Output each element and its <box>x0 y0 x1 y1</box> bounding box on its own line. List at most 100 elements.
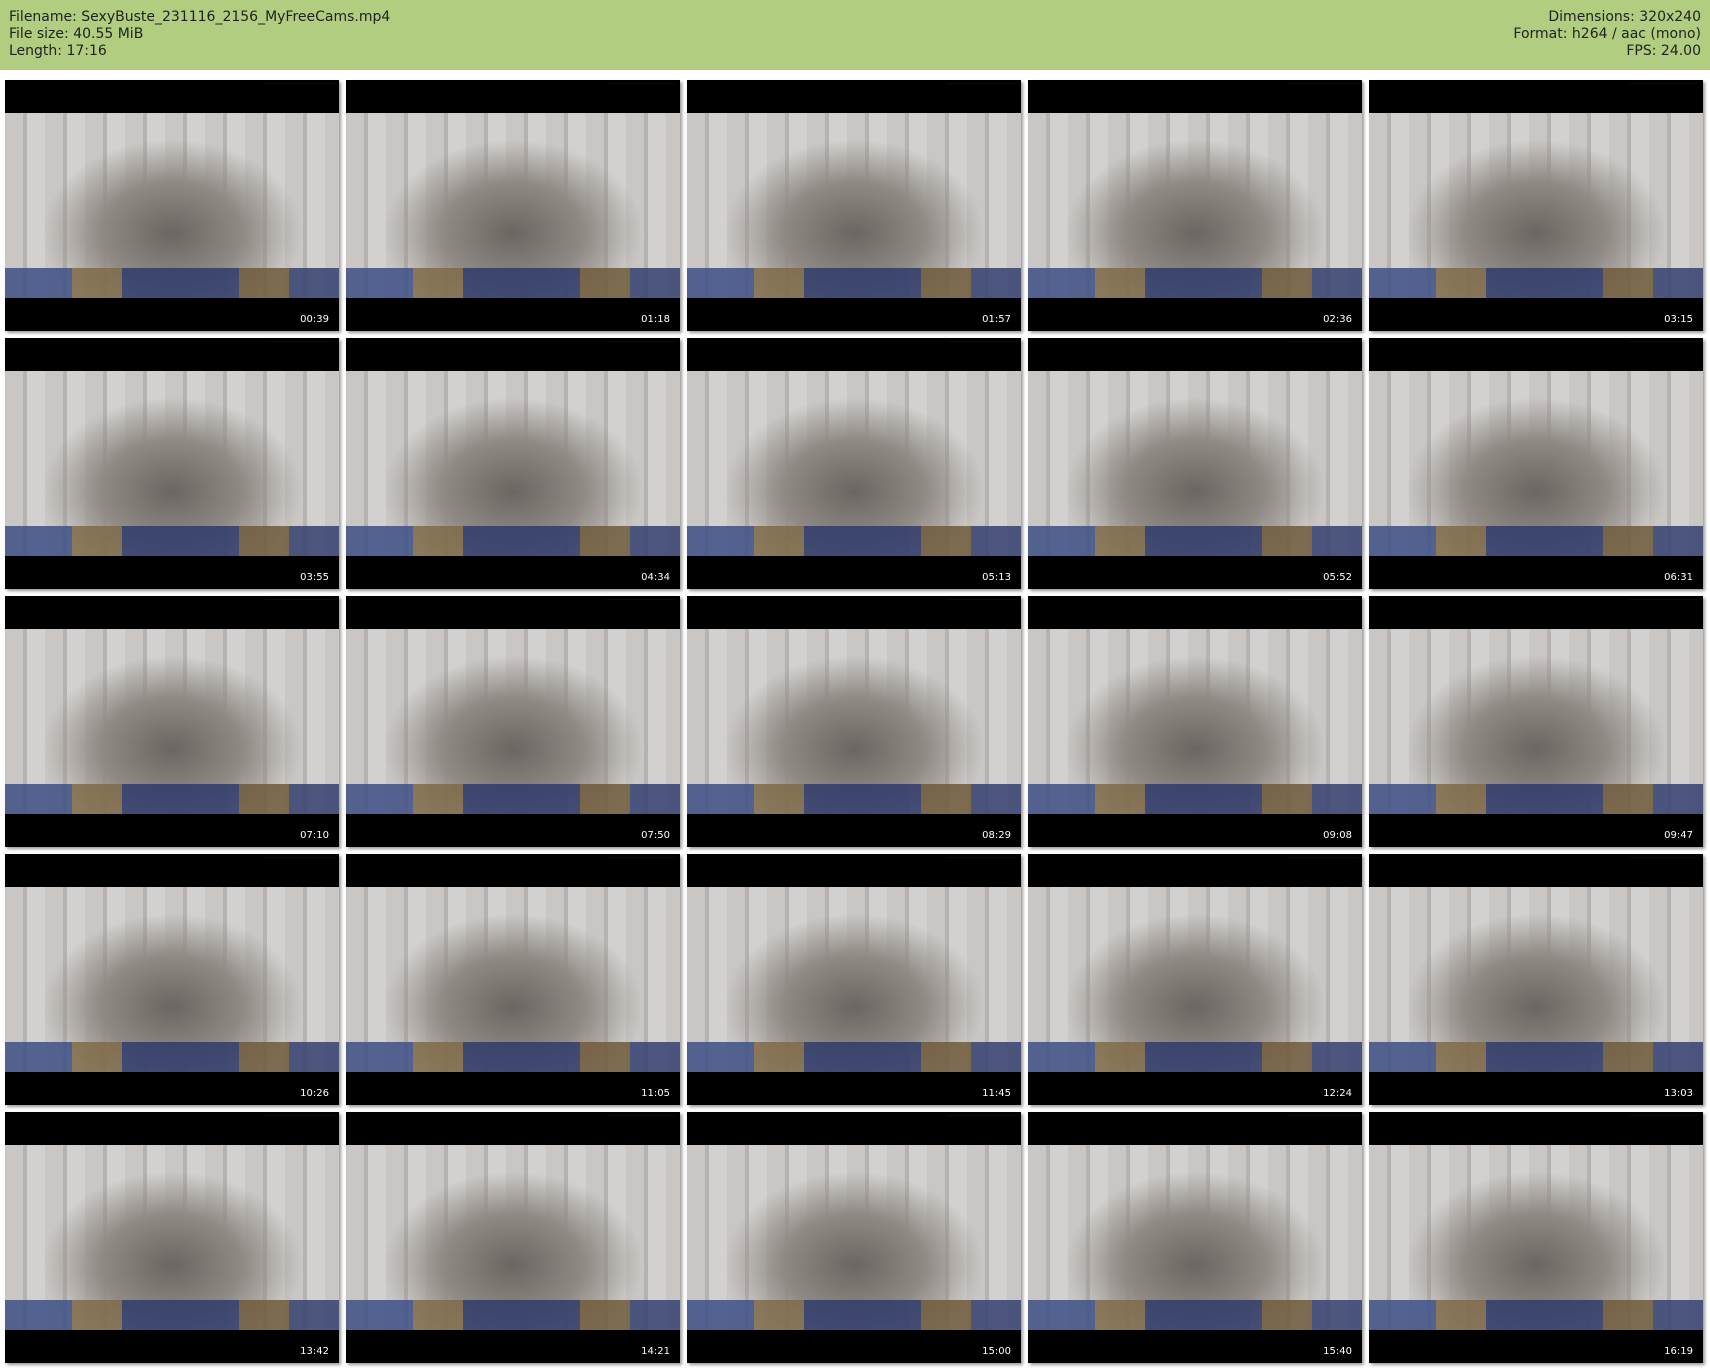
watermark <box>606 599 676 610</box>
frame-image <box>5 371 339 556</box>
watermark <box>606 857 676 868</box>
timestamp: 07:10 <box>300 830 329 841</box>
thumbnail[interactable]: 05:13 <box>687 338 1021 589</box>
thumbnail[interactable]: 03:15 <box>1369 80 1703 331</box>
timestamp: 14:21 <box>641 1346 670 1357</box>
thumbnail[interactable]: 02:36 <box>1028 80 1362 331</box>
timestamp: 15:40 <box>1323 1346 1352 1357</box>
timestamp: 05:13 <box>982 572 1011 583</box>
timestamp: 09:47 <box>1664 830 1693 841</box>
frame-image <box>5 887 339 1072</box>
watermark <box>1629 599 1699 610</box>
thumbnail[interactable]: 07:50 <box>346 596 680 847</box>
thumbnail[interactable]: 03:55 <box>5 338 339 589</box>
watermark <box>1629 857 1699 868</box>
thumbnail[interactable]: 09:47 <box>1369 596 1703 847</box>
thumbnail[interactable]: 07:10 <box>5 596 339 847</box>
thumbnail[interactable]: 13:42 <box>5 1112 339 1363</box>
frame-image <box>346 629 680 814</box>
frame-image <box>346 371 680 556</box>
thumbnail[interactable]: 01:18 <box>346 80 680 331</box>
watermark <box>947 599 1017 610</box>
thumbnail[interactable]: 06:31 <box>1369 338 1703 589</box>
timestamp: 05:52 <box>1323 572 1352 583</box>
watermark <box>1288 1115 1358 1126</box>
frame-image <box>346 1145 680 1330</box>
timestamp: 00:39 <box>300 314 329 325</box>
thumbnail[interactable]: 16:19 <box>1369 1112 1703 1363</box>
frame-image <box>687 371 1021 556</box>
thumbnail[interactable]: 11:05 <box>346 854 680 1105</box>
watermark <box>606 341 676 352</box>
thumbnail[interactable]: 10:26 <box>5 854 339 1105</box>
timestamp: 02:36 <box>1323 314 1352 325</box>
thumbnail[interactable]: 05:52 <box>1028 338 1362 589</box>
thumbnail[interactable]: 15:40 <box>1028 1112 1362 1363</box>
timestamp: 16:19 <box>1664 1346 1693 1357</box>
frame-image <box>1028 113 1362 298</box>
file-size: File size: 40.55 MiB <box>9 26 144 42</box>
watermark <box>1629 1115 1699 1126</box>
frame-image <box>1369 629 1703 814</box>
frame-image <box>1369 113 1703 298</box>
frame-image <box>1028 629 1362 814</box>
file-info: Filename: SexyBuste_231116_2156_MyFreeCa… <box>9 9 390 60</box>
thumbnail[interactable]: 00:39 <box>5 80 339 331</box>
frame-image <box>687 113 1021 298</box>
watermark <box>265 1115 335 1126</box>
timestamp: 12:24 <box>1323 1088 1352 1099</box>
timestamp: 01:18 <box>641 314 670 325</box>
timestamp: 10:26 <box>300 1088 329 1099</box>
frame-image <box>346 113 680 298</box>
frame-image <box>5 113 339 298</box>
watermark <box>265 341 335 352</box>
frame-image <box>1369 887 1703 1072</box>
thumbnail[interactable]: 08:29 <box>687 596 1021 847</box>
media-info: Dimensions: 320x240 Format: h264 / aac (… <box>1513 9 1701 60</box>
thumbnail-grid: 00:39 01:18 01:57 02:36 03:15 03:55 04:34 05:13… <box>5 80 1703 1363</box>
timestamp: 06:31 <box>1664 572 1693 583</box>
timestamp: 15:00 <box>982 1346 1011 1357</box>
watermark <box>606 1115 676 1126</box>
thumbnail[interactable]: 12:24 <box>1028 854 1362 1105</box>
watermark <box>1288 857 1358 868</box>
thumbnail[interactable]: 09:08 <box>1028 596 1362 847</box>
frame-image <box>687 887 1021 1072</box>
timestamp: 04:34 <box>641 572 670 583</box>
timestamp: 03:15 <box>1664 314 1693 325</box>
frame-image <box>1369 1145 1703 1330</box>
watermark <box>947 83 1017 94</box>
timestamp: 01:57 <box>982 314 1011 325</box>
timestamp: 09:08 <box>1323 830 1352 841</box>
thumbnail[interactable]: 14:21 <box>346 1112 680 1363</box>
filename: Filename: SexyBuste_231116_2156_MyFreeCa… <box>9 9 391 25</box>
frame-image <box>1028 1145 1362 1330</box>
frame-image <box>687 1145 1021 1330</box>
watermark <box>1629 341 1699 352</box>
watermark <box>265 83 335 94</box>
frame-image <box>5 1145 339 1330</box>
watermark <box>1288 599 1358 610</box>
watermark <box>265 599 335 610</box>
thumbnail[interactable]: 04:34 <box>346 338 680 589</box>
frame-image <box>1028 371 1362 556</box>
dimensions: Dimensions: 320x240 <box>1548 9 1701 25</box>
timestamp: 13:03 <box>1664 1088 1693 1099</box>
format: Format: h264 / aac (mono) <box>1513 26 1701 42</box>
timestamp: 11:45 <box>982 1088 1011 1099</box>
thumbnail[interactable]: 01:57 <box>687 80 1021 331</box>
info-header: Filename: SexyBuste_231116_2156_MyFreeCa… <box>0 0 1710 70</box>
frame-image <box>1369 371 1703 556</box>
watermark <box>1288 341 1358 352</box>
frame-image <box>687 629 1021 814</box>
thumbnail[interactable]: 15:00 <box>687 1112 1021 1363</box>
timestamp: 11:05 <box>641 1088 670 1099</box>
watermark <box>1288 83 1358 94</box>
thumbnail[interactable]: 13:03 <box>1369 854 1703 1105</box>
watermark <box>947 341 1017 352</box>
frame-image <box>1028 887 1362 1072</box>
thumbnail[interactable]: 11:45 <box>687 854 1021 1105</box>
timestamp: 07:50 <box>641 830 670 841</box>
watermark <box>606 83 676 94</box>
frame-image <box>5 629 339 814</box>
